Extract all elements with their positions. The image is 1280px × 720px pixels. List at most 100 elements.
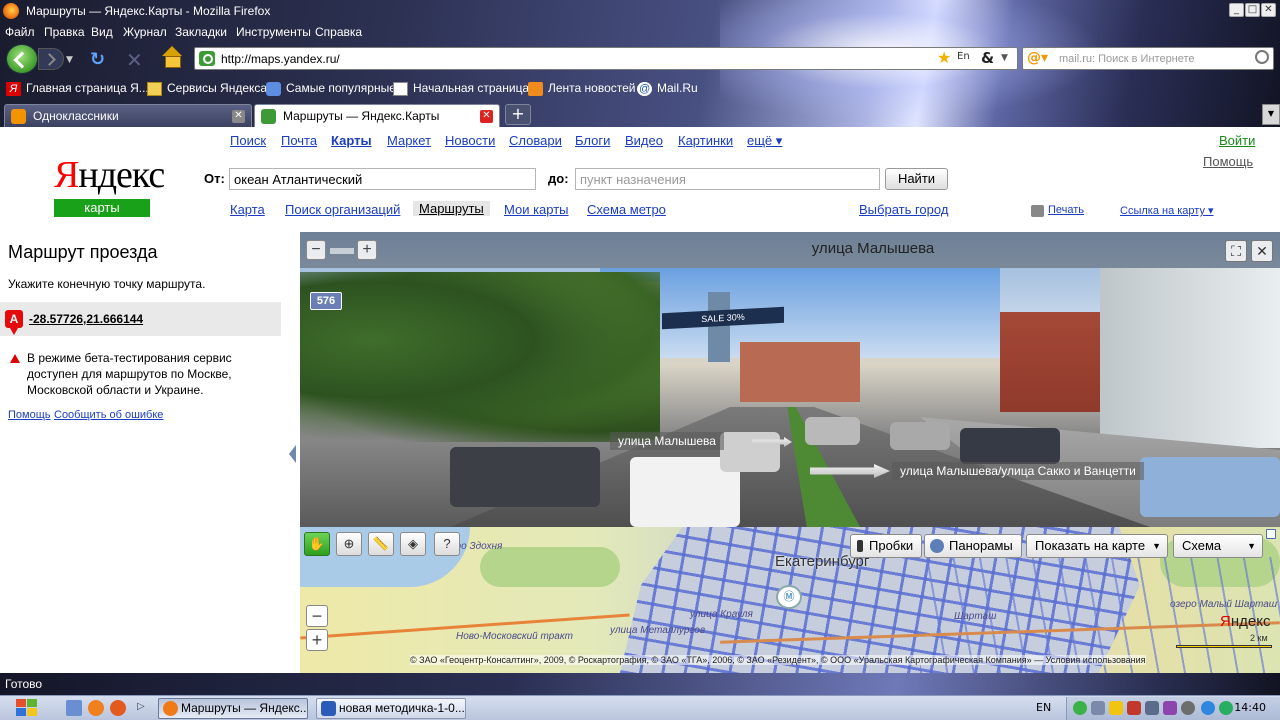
- forward-button[interactable]: [38, 48, 64, 70]
- choose-city-link[interactable]: Выбрать город: [859, 202, 948, 217]
- zoom-area-icon[interactable]: ⊕: [336, 532, 362, 556]
- url-text[interactable]: http://maps.yandex.ru/: [221, 52, 340, 66]
- panorama-zoom-slider[interactable]: [330, 248, 354, 254]
- lang-indicator[interactable]: En: [957, 51, 970, 62]
- menu-tools[interactable]: Инструменты: [236, 25, 311, 39]
- nav-search[interactable]: Поиск: [230, 133, 266, 148]
- panorama-zoom-in-button[interactable]: +: [357, 240, 377, 260]
- bookmark-yandex-home[interactable]: Я Главная страница Я...: [6, 81, 149, 99]
- subnav-routes[interactable]: Маршруты: [413, 201, 490, 216]
- direction-label[interactable]: улица Малышева: [610, 432, 724, 450]
- url-dropdown-icon[interactable]: ▼: [1001, 53, 1008, 63]
- home-icon[interactable]: [160, 46, 184, 68]
- reload-icon[interactable]: ↻: [90, 49, 110, 70]
- search-icon[interactable]: [1255, 50, 1269, 64]
- tray-music-icon[interactable]: [1163, 701, 1177, 715]
- tray-shield-icon[interactable]: [1109, 701, 1123, 715]
- print-link[interactable]: Печать: [1048, 204, 1084, 216]
- subnav-map[interactable]: Карта: [230, 202, 265, 217]
- search-bar[interactable]: @▾ mail.ru: Поиск в Интернете: [1022, 47, 1274, 70]
- expand-map-icon[interactable]: [1266, 529, 1276, 539]
- nav-market[interactable]: Маркет: [387, 133, 431, 148]
- printer-icon[interactable]: [1031, 205, 1044, 217]
- quicklaunch-chevron-icon[interactable]: ▷: [137, 701, 145, 712]
- tray-antivirus-icon[interactable]: [1127, 701, 1141, 715]
- nav-images[interactable]: Картинки: [678, 133, 733, 148]
- help-link[interactable]: Помощь: [1203, 154, 1253, 169]
- panel-help-link[interactable]: Помощь: [8, 409, 51, 421]
- nav-maps[interactable]: Карты: [331, 133, 372, 148]
- map-zoom-in-button[interactable]: +: [306, 629, 328, 651]
- tray-network-icon[interactable]: [1073, 701, 1087, 715]
- menu-edit[interactable]: Правка: [44, 25, 85, 39]
- balloon-tool-icon[interactable]: ◈: [400, 532, 426, 556]
- menu-history[interactable]: Журнал: [123, 25, 167, 39]
- minimize-button[interactable]: _: [1229, 3, 1244, 17]
- subnav-org-search[interactable]: Поиск организаций: [285, 202, 400, 217]
- history-dropdown-icon[interactable]: ▼: [66, 55, 73, 65]
- menu-view[interactable]: Вид: [91, 25, 113, 39]
- show-on-map-dropdown[interactable]: Показать на карте ▼: [1026, 534, 1168, 558]
- map-link[interactable]: Ссылка на карту ▾: [1120, 204, 1214, 217]
- address-bar[interactable]: http://maps.yandex.ru/ ★ En & ▼: [194, 47, 1018, 70]
- city-map[interactable]: Ⓜ Екатеринбург озеро Здохня Ново-Московс…: [300, 527, 1280, 673]
- point-a-marker-icon[interactable]: A: [5, 310, 23, 335]
- metro-station-icon[interactable]: Ⓜ: [776, 585, 802, 609]
- bookmark-yandex-services[interactable]: Сервисы Яндекса: [147, 81, 267, 99]
- what-here-icon[interactable]: ?: [434, 532, 460, 556]
- tab-list-icon[interactable]: ▼: [1262, 104, 1280, 125]
- close-window-button[interactable]: ✕: [1261, 3, 1276, 17]
- firefox-quicklaunch-icon[interactable]: [110, 700, 126, 716]
- ruler-icon[interactable]: 📏: [368, 532, 394, 556]
- taskbar-firefox[interactable]: Маршруты — Яндекс...: [158, 698, 308, 719]
- find-button[interactable]: Найти: [885, 168, 948, 190]
- yandex-logo[interactable]: Яндекс: [54, 155, 165, 195]
- from-input[interactable]: океан Атлантический: [229, 168, 536, 190]
- fullscreen-icon[interactable]: ⛶: [1225, 240, 1247, 262]
- taskbar-word-document[interactable]: новая методичка-1-0...: [316, 698, 466, 719]
- start-button[interactable]: [16, 699, 42, 718]
- close-tab-icon[interactable]: ✕: [232, 110, 245, 123]
- menu-bookmarks[interactable]: Закладки: [175, 25, 227, 39]
- tray-monitor-icon[interactable]: [1145, 701, 1159, 715]
- browser-quicklaunch-icon[interactable]: [88, 700, 104, 716]
- street-panorama[interactable]: SALE 30% улица Малышева − + ⛶ ✕ 576 улиц…: [300, 232, 1280, 527]
- to-input[interactable]: пункт назначения: [575, 168, 880, 190]
- search-engine-icon[interactable]: @▾: [1027, 50, 1048, 66]
- direction-label[interactable]: улица Малышева/улица Сакко и Ванцетти: [892, 462, 1144, 480]
- nav-mail[interactable]: Почта: [281, 133, 317, 148]
- tray-update-icon[interactable]: [1201, 701, 1215, 715]
- nav-more[interactable]: ещё ▾: [747, 133, 782, 149]
- new-tab-button[interactable]: +: [505, 104, 531, 125]
- show-desktop-icon[interactable]: [66, 700, 82, 716]
- map-zoom-out-button[interactable]: −: [306, 605, 328, 627]
- nav-dictionaries[interactable]: Словари: [509, 133, 562, 148]
- close-tab-icon[interactable]: ✕: [480, 110, 493, 123]
- point-a-coordinates[interactable]: -28.57726,21.666144: [29, 312, 143, 326]
- bookmark-star-icon[interactable]: ★: [937, 48, 951, 67]
- traffic-button[interactable]: Пробки: [850, 534, 923, 558]
- nav-video[interactable]: Видео: [625, 133, 663, 148]
- tray-device-icon[interactable]: [1091, 701, 1105, 715]
- menu-file[interactable]: Файл: [5, 25, 35, 39]
- map-type-dropdown[interactable]: Схема ▼: [1173, 534, 1263, 558]
- amp-icon[interactable]: &: [981, 49, 994, 67]
- bookmark-news-feed[interactable]: Лента новостей: [528, 81, 636, 99]
- stop-icon[interactable]: ✕: [126, 48, 143, 72]
- menu-help[interactable]: Справка: [315, 25, 362, 39]
- nav-news[interactable]: Новости: [445, 133, 495, 148]
- panoramas-button[interactable]: Панорамы: [924, 534, 1022, 558]
- maximize-button[interactable]: □: [1245, 3, 1260, 17]
- tab-yandex-maps[interactable]: Маршруты — Яндекс.Карты ✕: [254, 104, 500, 129]
- tray-sync-icon[interactable]: [1219, 701, 1233, 715]
- close-panorama-icon[interactable]: ✕: [1251, 240, 1273, 262]
- bookmark-mailru[interactable]: @ Mail.Ru: [637, 81, 698, 99]
- bookmark-start-page[interactable]: Начальная страница: [393, 81, 529, 99]
- tray-volume-icon[interactable]: [1181, 701, 1195, 715]
- login-link[interactable]: Войти: [1219, 133, 1255, 148]
- subnav-metro[interactable]: Схема метро: [587, 202, 666, 217]
- back-button[interactable]: [6, 44, 38, 74]
- nav-blogs[interactable]: Блоги: [575, 133, 610, 148]
- subnav-my-maps[interactable]: Мои карты: [504, 202, 569, 217]
- panorama-zoom-out-button[interactable]: −: [306, 240, 326, 260]
